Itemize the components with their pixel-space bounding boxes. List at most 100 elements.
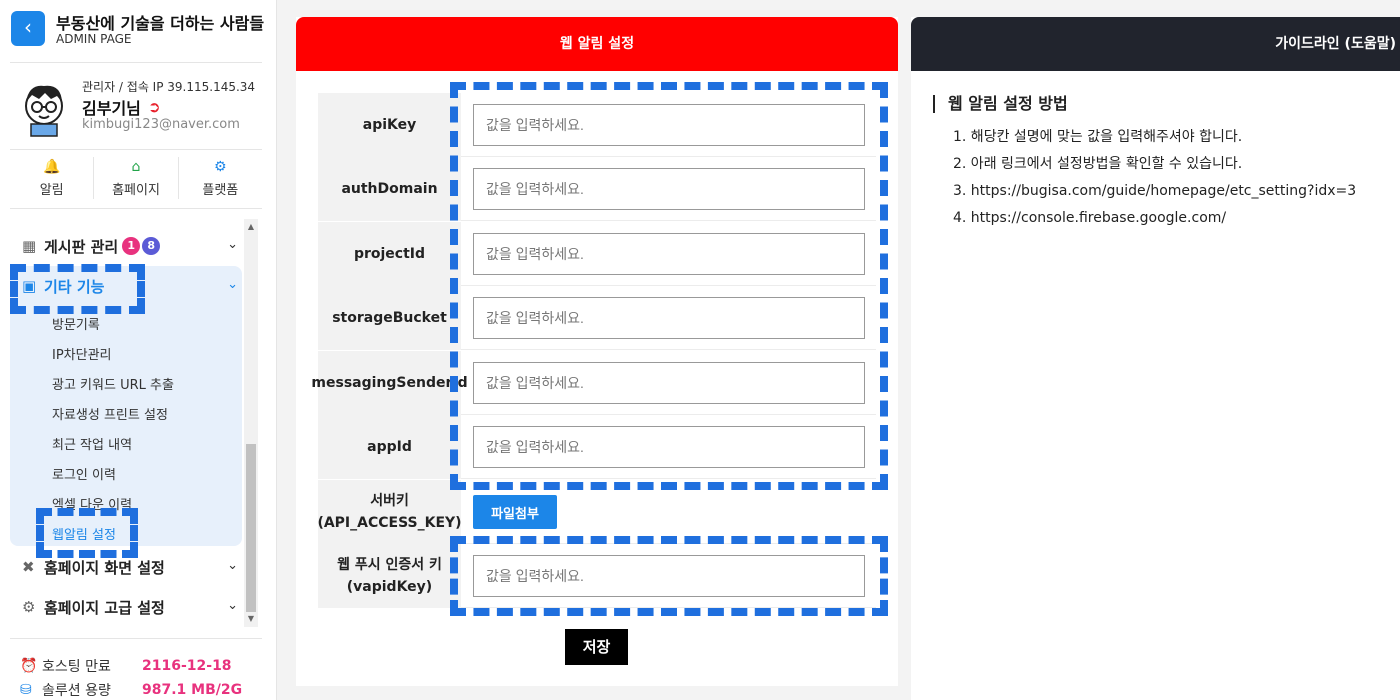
web-notification-panel: 웹 알림 설정 apiKey authDomain projectId stor… [296, 17, 898, 686]
guide-item: 3. https://bugisa.com/guide/homepage/etc… [953, 183, 1357, 199]
submenu-item[interactable]: 엑셀 다운 이력 [52, 494, 132, 513]
home-icon: ⌂ [131, 159, 141, 175]
solution-capacity: ⛁ 솔루션 용량 987.1 MB/2G [20, 680, 242, 700]
profile-card: 관리자 / 접속 IP 39.115.145.34 김부기님 ➲ kimbugi… [10, 72, 272, 147]
brand-title: 부동산에 기술을 더하는 사람들 [56, 14, 265, 33]
menu-board[interactable]: ▦ 게시판 관리 1 8 ⌄ [10, 227, 242, 265]
chevron-down-icon: ⌄ [227, 558, 238, 573]
projectid-input[interactable] [473, 233, 865, 275]
field-label-line: (vapidKey) [346, 579, 433, 595]
guide-header: 가이드라인 (도움말) [911, 17, 1400, 71]
scrollbar-thumb[interactable] [246, 444, 256, 612]
avatar [25, 85, 63, 137]
appid-input[interactable] [473, 426, 865, 468]
guide-item: 2. 아래 링크에서 설정방법을 확인할 수 있습니다. [953, 156, 1243, 172]
menu-label: 기타 기능 [44, 277, 105, 296]
quick-link-label: 플랫폼 [202, 183, 239, 198]
storagebucket-input[interactable] [473, 297, 865, 339]
bell-icon: 🔔 [42, 159, 61, 175]
field-label: authDomain [318, 157, 461, 221]
field-label: apiKey [318, 93, 461, 157]
quick-link-label: 알림 [39, 183, 64, 198]
submenu-item[interactable]: 광고 키워드 URL 추출 [52, 374, 174, 393]
menu-label: 게시판 관리 [44, 237, 119, 256]
divider [10, 62, 262, 63]
menu-etc-group: ▣ 기타 기능 ⌄ 방문기록 IP차단관리 광고 키워드 URL 추출 자료생성… [10, 266, 242, 546]
badge-count: 8 [142, 237, 161, 255]
submenu-item[interactable]: 자료생성 프린트 설정 [52, 404, 168, 423]
guide-list: 1. 해당칸 설명에 맞는 값을 입력해주셔야 합니다. 2. 아래 링크에서 … [953, 127, 1356, 235]
submenu-item[interactable]: 최근 작업 내역 [52, 434, 132, 453]
tools-icon: ✖ [22, 558, 35, 576]
hosting-expiry: ⏰ 호스팅 만료 2116-12-18 [20, 656, 232, 676]
messagingsenderid-input[interactable] [473, 362, 865, 404]
user-role-ip: 관리자 / 접속 IP 39.115.145.34 [82, 80, 256, 94]
quick-link-label: 홈페이지 [112, 183, 160, 198]
authdomain-input[interactable] [473, 168, 865, 210]
stat-label: 호스팅 만료 [42, 659, 111, 675]
chevron-down-icon: ⌄ [227, 237, 238, 252]
field-label-line: (API_ACCESS_KEY) [317, 515, 462, 531]
vapidkey-input[interactable] [473, 555, 865, 597]
gear-icon: ⚙ [22, 598, 36, 616]
stat-value: 987.1 MB/2G [142, 682, 243, 698]
field-label-line: 서버키 [370, 493, 409, 509]
scroll-down-icon[interactable]: ▼ [246, 614, 256, 624]
divider [10, 149, 262, 150]
scroll-up-icon[interactable]: ▲ [246, 222, 256, 232]
platform-icon: ⚙ [214, 159, 227, 175]
user-name: 김부기님 [82, 99, 141, 118]
quick-links: 🔔 알림 ⌂ 홈페이지 ⚙ 플랫폼 [10, 157, 262, 199]
chevron-left-icon: ‹ [24, 15, 32, 39]
table-icon: ▦ [22, 237, 37, 255]
form-row: storageBucket [318, 286, 876, 350]
form-row: messagingSenderId [311, 351, 876, 415]
divider [10, 638, 262, 639]
sidebar: ‹ 부동산에 기술을 더하는 사람들 ADMIN PAGE 관리자 / 접속 I… [0, 0, 277, 700]
brand-subtitle: ADMIN PAGE [56, 32, 132, 46]
quick-link-homepage[interactable]: ⌂ 홈페이지 [93, 157, 177, 199]
field-label: 웹 푸시 인증서 키 (vapidKey) [318, 544, 461, 608]
stat-value: 2116-12-18 [142, 658, 232, 674]
menu-homepage-screen[interactable]: ✖ 홈페이지 화면 설정 ⌄ [10, 548, 242, 586]
field-label: projectId [318, 222, 461, 286]
menu-label: 홈페이지 고급 설정 [44, 598, 165, 617]
quick-link-notifications[interactable]: 🔔 알림 [10, 157, 93, 199]
sidebar-scrollbar[interactable]: ▲ ▼ [244, 219, 258, 627]
form-row: projectId [318, 222, 876, 286]
submenu-item[interactable]: IP차단관리 [52, 344, 112, 363]
form-row: appId [318, 415, 876, 479]
database-icon: ⛁ [20, 682, 32, 698]
guide-title: 웹 알림 설정 방법 [933, 95, 1068, 113]
alarm-clock-icon: ⏰ [20, 658, 38, 674]
guide-item: 1. 해당칸 설명에 맞는 값을 입력해주셔야 합니다. [953, 129, 1243, 145]
field-label: storageBucket [318, 286, 461, 350]
submenu-item[interactable]: 방문기록 [52, 314, 100, 333]
quick-link-platform[interactable]: ⚙ 플랫폼 [177, 157, 262, 199]
badge-count: 1 [122, 237, 141, 255]
sidebar-menu: ▦ 게시판 관리 1 8 ⌄ ▣ 기타 기능 ⌄ 방문기록 IP차단관리 광고 … [10, 217, 260, 627]
save-button[interactable]: 저장 [565, 629, 628, 665]
field-label-line: 웹 푸시 인증서 키 [337, 557, 442, 573]
file-attach-button[interactable]: 파일첨부 [473, 495, 557, 529]
back-button[interactable]: ‹ [11, 11, 45, 46]
panel-title: 웹 알림 설정 [296, 17, 898, 71]
menu-label: 홈페이지 화면 설정 [44, 558, 165, 577]
ad-icon: ▣ [22, 277, 37, 295]
form-row: authDomain [318, 157, 876, 221]
submenu-item-active[interactable]: 웹알림 설정 [52, 524, 116, 543]
guide-item: 4. https://console.firebase.google.com/ [953, 210, 1227, 226]
chevron-down-icon: ⌄ [227, 277, 238, 292]
field-label: 서버키 (API_ACCESS_KEY) [317, 480, 462, 544]
logout-icon[interactable]: ➲ [148, 98, 161, 116]
menu-homepage-advanced[interactable]: ⚙ 홈페이지 고급 설정 ⌄ [10, 588, 242, 626]
apikey-input[interactable] [473, 104, 865, 146]
stat-label: 솔루션 용량 [42, 683, 111, 699]
menu-etc[interactable]: ▣ 기타 기능 ⌄ [10, 267, 242, 305]
field-label: messagingSenderId [311, 351, 468, 415]
form-row: 서버키 (API_ACCESS_KEY) 파일첨부 [317, 480, 876, 544]
submenu-item[interactable]: 로그인 이력 [52, 464, 116, 483]
chevron-down-icon: ⌄ [227, 598, 238, 613]
divider [10, 208, 262, 209]
brand: ‹ 부동산에 기술을 더하는 사람들 ADMIN PAGE [10, 10, 272, 50]
